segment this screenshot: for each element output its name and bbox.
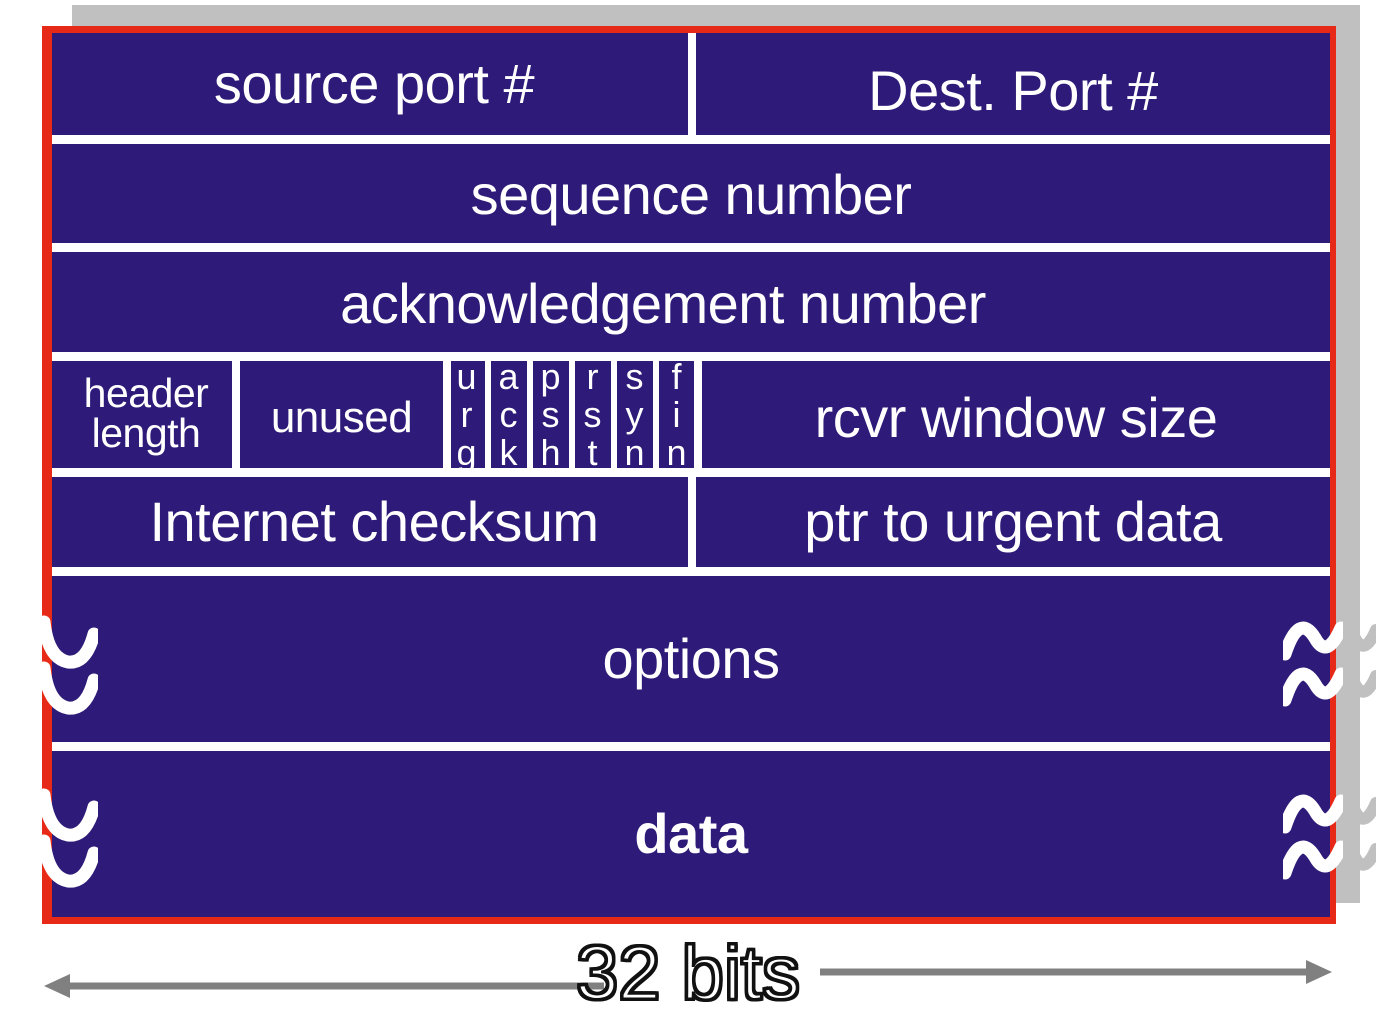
flag-rst-letter-3: t [587,432,598,474]
flag-psh-letter-2: s [541,394,560,436]
field-options: options [52,576,1330,742]
flag-fin-letter-1: f [671,356,682,397]
field-rcvr-window-size-label: rcvr window size [814,386,1218,449]
field-data: data [52,751,1330,917]
flag-ack-letter-3: k [499,432,518,474]
flag-psh-letter-1: p [540,356,561,397]
field-header-length-line1: header [83,370,209,417]
flag-ack-letter-2: c [499,394,518,436]
flag-ack: a c k [490,356,527,474]
flag-psh: p s h [532,356,569,474]
flag-fin-letter-3: n [666,432,687,474]
field-urgent-pointer: ptr to urgent data [696,476,1330,567]
field-sequence-number: sequence number [52,147,1330,243]
flag-urg: u r g [448,356,485,474]
column-separator-ports [688,33,696,135]
field-data-label: data [634,802,748,865]
field-dest-port-label: Dest. Port # [868,59,1158,122]
column-separator-headerlength [232,360,240,468]
width-measurement: 32 bits [0,930,1376,1017]
field-acknowledgement-number: acknowledgement number [24,256,1302,352]
flag-rst-letter-1: r [586,356,599,397]
row-separator-checksum [52,567,1330,576]
field-unused-label: unused [270,393,413,442]
field-options-label: options [602,627,780,690]
field-dest-port: Dest. Port # [696,40,1330,142]
field-sequence-number-label: sequence number [470,163,912,226]
flag-ack-letter-1: a [498,356,519,397]
field-internet-checksum: Internet checksum [60,476,688,567]
field-internet-checksum-label: Internet checksum [149,489,599,553]
field-header-length-line2: length [91,410,201,456]
field-unused: unused [240,368,443,468]
flag-urg-letter-3: g [456,432,477,474]
row-separator-acknowledgement [52,352,1330,361]
field-acknowledgement-number-label: acknowledgement number [340,272,986,335]
flag-urg-letter-1: u [456,356,477,397]
field-source-port: source port # [60,33,688,135]
row-separator-options [52,742,1330,751]
flag-rst: r s t [574,356,611,474]
column-separator-flags-end [694,360,702,468]
flag-syn-letter-3: n [624,432,645,474]
flag-psh-letter-3: h [540,432,561,474]
column-separator-checksum [688,476,696,567]
field-urgent-pointer-label: ptr to urgent data [804,489,1222,553]
field-rcvr-window-size: rcvr window size [702,368,1330,468]
field-header-length: header length [60,360,232,468]
flag-fin: f i n [658,356,695,474]
flag-fin-letter-2: i [672,394,681,436]
flag-urg-letter-2: r [460,394,473,436]
field-source-port-label: source port # [213,52,535,115]
flag-syn-letter-2: y [625,394,644,436]
flag-syn-letter-1: s [625,356,644,397]
flag-syn: s y n [616,356,653,474]
flag-rst-letter-2: s [583,394,602,436]
width-measurement-label: 32 bits [575,930,802,1017]
row-separator-sequence [52,243,1330,252]
tcp-segment-diagram: source port # Dest. Port # sequence numb… [0,0,1376,1017]
